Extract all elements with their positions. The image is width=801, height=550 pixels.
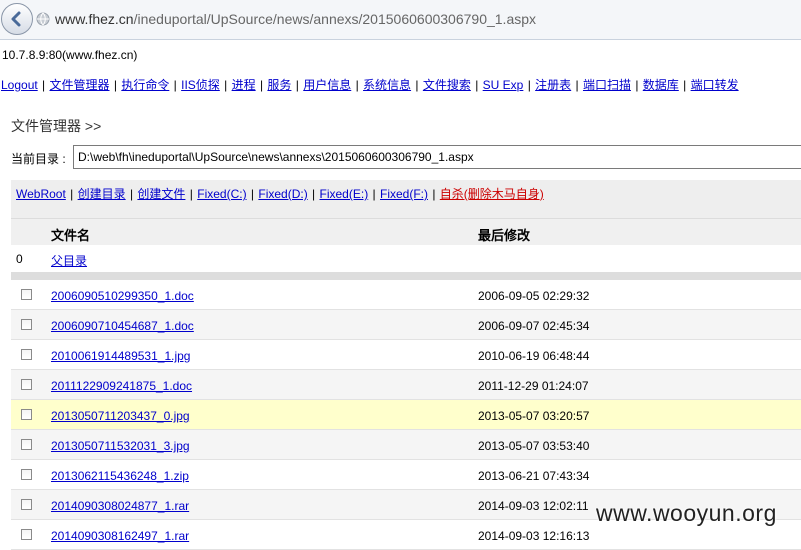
row-checkbox[interactable] xyxy=(21,469,32,480)
table-divider xyxy=(11,272,801,280)
nav-iis-spy[interactable]: IIS侦探 xyxy=(181,78,220,92)
parent-dir-count: 0 xyxy=(16,252,23,266)
nav-process[interactable]: 进程 xyxy=(232,78,256,92)
table-header: 文件名 最后修改 xyxy=(11,218,801,245)
file-modified: 2011-12-29 01:24:07 xyxy=(478,379,589,393)
nav-su-exp[interactable]: SU Exp xyxy=(483,78,524,92)
file-link[interactable]: 2014090308162497_1.rar xyxy=(51,529,189,543)
table-row: 2006090510299350_1.doc 2006-09-05 02:29:… xyxy=(11,280,801,310)
table-row: 2010061914489531_1.jpg 2010-06-19 06:48:… xyxy=(11,340,801,370)
back-button[interactable] xyxy=(1,3,33,35)
file-link[interactable]: 2014090308024877_1.rar xyxy=(51,499,189,513)
nav-file-manager[interactable]: 文件管理器 xyxy=(50,78,110,92)
nav-file-search[interactable]: 文件搜索 xyxy=(423,78,471,92)
current-dir-input[interactable] xyxy=(73,145,801,169)
url-path: /ineduportal/UpSource/news/annexs/201506… xyxy=(133,11,537,27)
row-checkbox[interactable] xyxy=(21,349,32,360)
page-title: 文件管理器 >> xyxy=(11,118,102,134)
row-checkbox[interactable] xyxy=(21,379,32,390)
file-modified: 2006-09-05 02:29:32 xyxy=(478,289,590,303)
file-link[interactable]: 2013050711203437_0.jpg xyxy=(51,409,190,423)
globe-icon xyxy=(36,12,50,26)
tool-bar: WebRoot | 创建目录 | 创建文件 | Fixed(C:) | Fixe… xyxy=(11,180,801,218)
nav-system-info[interactable]: 系统信息 xyxy=(363,78,411,92)
tool-create-dir[interactable]: 创建目录 xyxy=(78,187,126,201)
table-row: 2006090710454687_1.doc 2006-09-07 02:45:… xyxy=(11,310,801,340)
tool-webroot[interactable]: WebRoot xyxy=(16,187,66,201)
nav-logout[interactable]: Logout xyxy=(1,78,38,92)
address-bar: www.fhez.cn/ineduportal/UpSource/news/an… xyxy=(0,0,801,40)
file-modified: 2014-09-03 12:16:13 xyxy=(478,529,590,543)
nav-exec-command[interactable]: 执行命令 xyxy=(121,78,169,92)
table-row: 2011122909241875_1.doc 2011-12-29 01:24:… xyxy=(11,370,801,400)
row-checkbox[interactable] xyxy=(21,529,32,540)
row-checkbox[interactable] xyxy=(21,499,32,510)
current-dir-label: 当前目录 : xyxy=(11,152,66,166)
tool-drive-c[interactable]: Fixed(C:) xyxy=(197,187,246,201)
tool-self-delete[interactable]: 自杀(删除木马自身) xyxy=(440,187,544,201)
nav-database[interactable]: 数据库 xyxy=(643,78,679,92)
file-link[interactable]: 2013050711532031_3.jpg xyxy=(51,439,190,453)
server-info: 10.7.8.9:80(www.fhez.cn) xyxy=(2,48,138,62)
back-arrow-icon xyxy=(11,11,21,27)
file-link[interactable]: 2006090710454687_1.doc xyxy=(51,319,194,333)
column-filename: 文件名 xyxy=(51,228,91,243)
nav-port-forward[interactable]: 端口转发 xyxy=(691,78,739,92)
table-row: 2013062115436248_1.zip 2013-06-21 07:43:… xyxy=(11,460,801,490)
file-modified: 2013-06-21 07:43:34 xyxy=(478,469,590,483)
table-row-highlighted: 2013050711203437_0.jpg 2013-05-07 03:20:… xyxy=(11,400,801,430)
row-checkbox[interactable] xyxy=(21,289,32,300)
tool-drive-d[interactable]: Fixed(D:) xyxy=(258,187,307,201)
nav-registry[interactable]: 注册表 xyxy=(535,78,571,92)
file-link[interactable]: 2011122909241875_1.doc xyxy=(51,379,192,393)
nav-services[interactable]: 服务 xyxy=(267,78,291,92)
file-modified: 2014-09-03 12:02:11 xyxy=(478,499,589,513)
file-link[interactable]: 2013062115436248_1.zip xyxy=(51,469,189,483)
tool-create-file[interactable]: 创建文件 xyxy=(137,187,185,201)
file-modified: 2013-05-07 03:53:40 xyxy=(478,439,590,453)
table-row: 2013050711532031_3.jpg 2013-05-07 03:53:… xyxy=(11,430,801,460)
parent-dir-link[interactable]: 父目录 xyxy=(51,252,87,269)
file-link[interactable]: 2010061914489531_1.jpg xyxy=(51,349,190,363)
file-modified: 2010-06-19 06:48:44 xyxy=(478,349,590,363)
tool-drive-e[interactable]: Fixed(E:) xyxy=(320,187,369,201)
row-checkbox[interactable] xyxy=(21,319,32,330)
watermark: www.wooyun.org xyxy=(596,500,777,526)
row-checkbox[interactable] xyxy=(21,439,32,450)
row-checkbox[interactable] xyxy=(21,409,32,420)
url-field[interactable]: www.fhez.cn/ineduportal/UpSource/news/an… xyxy=(55,11,536,27)
main-nav: Logout | 文件管理器 | 执行命令 | IIS侦探 | 进程 | 服务 … xyxy=(1,78,739,92)
nav-port-scan[interactable]: 端口扫描 xyxy=(583,78,631,92)
file-link[interactable]: 2006090510299350_1.doc xyxy=(51,289,194,303)
parent-dir-row: 0 父目录 xyxy=(11,245,801,272)
url-host: www.fhez.cn xyxy=(55,11,134,27)
file-modified: 2013-05-07 03:20:57 xyxy=(478,409,590,423)
nav-user-info[interactable]: 用户信息 xyxy=(303,78,351,92)
column-modified: 最后修改 xyxy=(478,228,531,243)
tool-drive-f[interactable]: Fixed(F:) xyxy=(380,187,428,201)
file-modified: 2006-09-07 02:45:34 xyxy=(478,319,590,333)
